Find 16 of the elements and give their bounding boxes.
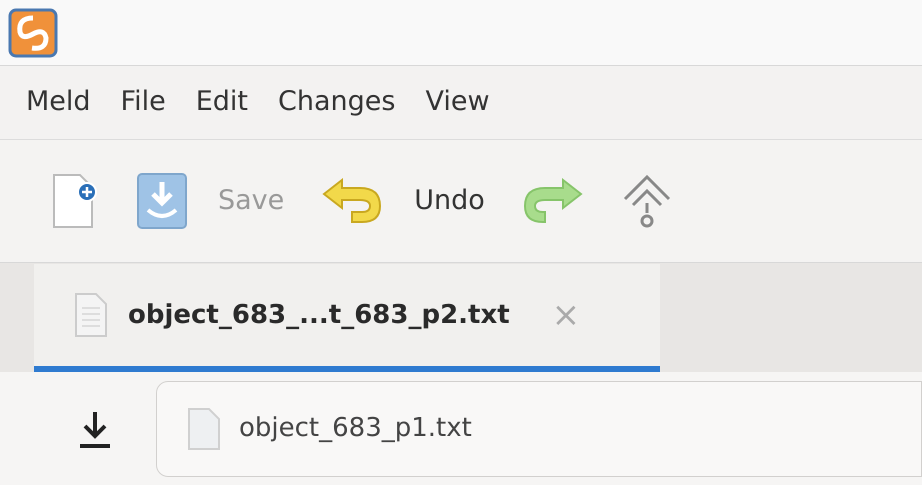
menu-item[interactable]: Edit (184, 82, 260, 123)
tab-label: object_683_...t_683_p2.txt (128, 298, 510, 332)
toolbar-button[interactable]: Undo (320, 178, 485, 224)
menu-item[interactable]: View (413, 82, 502, 123)
menu-item[interactable]: Changes (266, 82, 408, 123)
file-path-field[interactable]: object_683_p1.txt (156, 380, 922, 476)
app-logo-icon (8, 8, 58, 58)
document-icon (74, 292, 108, 338)
document-icon (187, 406, 221, 450)
file-name: object_683_p1.txt (239, 412, 472, 445)
menu-item[interactable]: Meld (14, 82, 103, 123)
toolbar-icon-button[interactable] (50, 172, 100, 230)
new-document-icon (50, 172, 100, 230)
save-icon (136, 172, 188, 230)
document-tab[interactable]: object_683_...t_683_p2.txt × (34, 264, 660, 372)
menu-item[interactable]: File (108, 82, 178, 123)
